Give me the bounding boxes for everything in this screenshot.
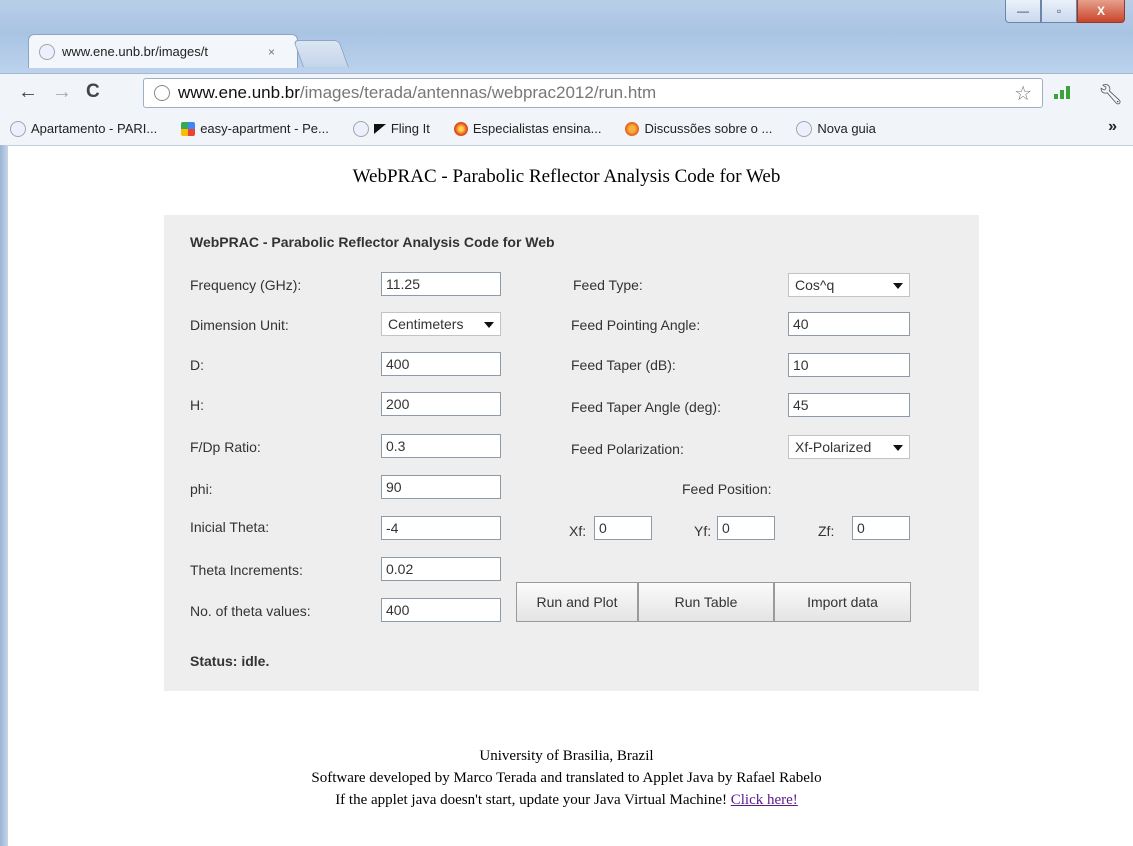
feed-type-label: Feed Type: — [573, 277, 643, 293]
tab-close-icon[interactable]: × — [268, 45, 275, 59]
feed-polarization-label: Feed Polarization: — [571, 441, 684, 457]
feed-polarization-select[interactable]: Xf-Polarized — [788, 435, 910, 459]
feed-taper-label: Feed Taper (dB): — [571, 357, 676, 373]
h-label: H: — [190, 397, 204, 413]
close-window-button[interactable]: X — [1077, 0, 1125, 23]
yf-label: Yf: — [694, 523, 712, 539]
java-note-text: If the applet java doesn't start, update… — [335, 792, 727, 808]
theta-values-label: No. of theta values: — [190, 603, 311, 619]
phi-label: phi: — [190, 481, 213, 497]
feed-position-label: Feed Position: — [682, 481, 772, 497]
bookmark-star-icon[interactable]: ☆ — [1014, 81, 1032, 106]
yf-input[interactable]: 0 — [717, 516, 775, 540]
feed-taper-input[interactable]: 10 — [788, 353, 910, 377]
bookmarks-bar: Apartamento - PARI... easy-apartment - P… — [0, 112, 1133, 146]
bookmark-label: Nova guia — [817, 121, 876, 136]
dimension-unit-value: Centimeters — [388, 316, 464, 332]
url-path: /images/terada/antennas/webprac2012/run.… — [299, 83, 657, 102]
frequency-input[interactable]: 11.25 — [381, 272, 501, 296]
new-tab-button[interactable] — [293, 40, 349, 67]
run-table-button[interactable]: Run Table — [638, 582, 774, 622]
address-bar[interactable]: www.ene.unb.br/images/terada/antennas/we… — [143, 78, 1043, 108]
bookmark-item[interactable]: Apartamento - PARI... — [10, 120, 158, 137]
window-controls: — ▫ X — [1005, 0, 1125, 23]
page-title: WebPRAC - Parabolic Reflector Analysis C… — [352, 166, 781, 187]
globe-icon — [10, 120, 26, 137]
wrench-icon[interactable]: 🔧︎ — [1098, 82, 1123, 107]
dropdown-arrow-icon — [484, 322, 494, 328]
browser-tab[interactable]: www.ene.unb.br/images/t × — [28, 34, 298, 68]
feed-taper-angle-label: Feed Taper Angle (deg): — [571, 399, 721, 415]
h-input[interactable]: 200 — [381, 392, 501, 416]
maps-icon — [181, 121, 196, 136]
fdp-ratio-input[interactable]: 0.3 — [381, 434, 501, 458]
bookmark-label: Fling It — [390, 121, 430, 136]
bookmark-item[interactable]: Fling It — [352, 120, 430, 137]
back-arrow-icon[interactable]: ← — [18, 81, 38, 104]
globe-icon — [796, 120, 813, 137]
more-bookmarks-button[interactable]: » — [1108, 118, 1117, 136]
bookmark-label: easy-apartment - Pe... — [200, 121, 329, 136]
feed-taper-angle-input[interactable]: 45 — [788, 393, 910, 417]
feed-type-select[interactable]: Cos^q — [788, 273, 910, 297]
applet-panel: WebPRAC - Parabolic Reflector Analysis C… — [164, 215, 979, 691]
xf-input[interactable]: 0 — [594, 516, 652, 540]
bookmark-item[interactable]: Especialistas ensina... — [453, 121, 602, 136]
maximize-button[interactable]: ▫ — [1041, 0, 1077, 23]
zf-input[interactable]: 0 — [852, 516, 910, 540]
tab-title: www.ene.unb.br/images/t — [62, 44, 208, 59]
minimize-button[interactable]: — — [1005, 0, 1041, 23]
footer-credits: Software developed by Marco Terada and t… — [311, 770, 822, 786]
feed-type-value: Cos^q — [795, 277, 835, 293]
dropdown-arrow-icon — [893, 283, 903, 289]
theta-values-input[interactable]: 400 — [381, 598, 501, 622]
dimension-unit-label: Dimension Unit: — [190, 317, 289, 333]
url-host: www.ene.unb.br — [178, 83, 300, 102]
signal-bars-icon[interactable] — [1054, 86, 1070, 99]
window-border — [0, 145, 8, 846]
phi-input[interactable]: 90 — [381, 475, 501, 499]
applet-title: WebPRAC - Parabolic Reflector Analysis C… — [190, 234, 555, 250]
globe-icon — [154, 85, 170, 101]
footer-java-note: If the applet java doesn't start, update… — [0, 792, 1133, 809]
status-text: Status: idle. — [190, 653, 270, 669]
bookmark-item[interactable]: easy-apartment - Pe... — [181, 121, 329, 136]
run-and-plot-button[interactable]: Run and Plot — [516, 582, 638, 622]
bookmark-label: Discussões sobre o ... — [644, 121, 773, 136]
bookmark-item[interactable]: Discussões sobre o ... — [625, 121, 772, 136]
theta-increments-input[interactable]: 0.02 — [381, 557, 501, 581]
firefox-icon — [625, 121, 640, 136]
bookmark-label: Apartamento - PARI... — [31, 121, 158, 136]
d-label: D: — [190, 357, 204, 373]
page-favicon-icon — [39, 43, 55, 60]
flag-icon — [373, 123, 386, 134]
feed-pointing-angle-label: Feed Pointing Angle: — [571, 317, 701, 333]
bookmark-label: Especialistas ensina... — [472, 121, 602, 136]
zf-label: Zf: — [818, 523, 835, 539]
forward-arrow-icon[interactable]: → — [52, 81, 72, 104]
bookmark-item[interactable]: Nova guia — [796, 120, 876, 137]
fire-icon — [453, 121, 468, 136]
frequency-label: Frequency (GHz): — [190, 277, 302, 293]
window-titlebar: — ▫ X www.ene.unb.br/images/t × — [0, 0, 1133, 73]
url-text: www.ene.unb.br/images/terada/antennas/we… — [178, 83, 656, 103]
dropdown-arrow-icon — [893, 445, 903, 451]
initial-theta-label: Inicial Theta: — [190, 519, 270, 535]
footer-university: University of Brasilia, Brazil — [479, 748, 654, 764]
initial-theta-input[interactable]: -4 — [381, 516, 501, 540]
xf-label: Xf: — [569, 523, 587, 539]
feed-polarization-value: Xf-Polarized — [795, 439, 872, 455]
click-here-link[interactable]: Click here! — [731, 792, 798, 808]
fdp-ratio-label: F/Dp Ratio: — [190, 439, 261, 455]
browser-toolbar: ← → C www.ene.unb.br/images/terada/anten… — [0, 73, 1133, 113]
d-input[interactable]: 400 — [381, 352, 501, 376]
theta-increments-label: Theta Increments: — [190, 562, 303, 578]
feed-pointing-angle-input[interactable]: 40 — [788, 312, 910, 336]
import-data-button[interactable]: Import data — [774, 582, 911, 622]
reload-icon[interactable]: C — [86, 81, 100, 103]
globe-icon — [352, 120, 369, 137]
dimension-unit-select[interactable]: Centimeters — [381, 312, 501, 336]
